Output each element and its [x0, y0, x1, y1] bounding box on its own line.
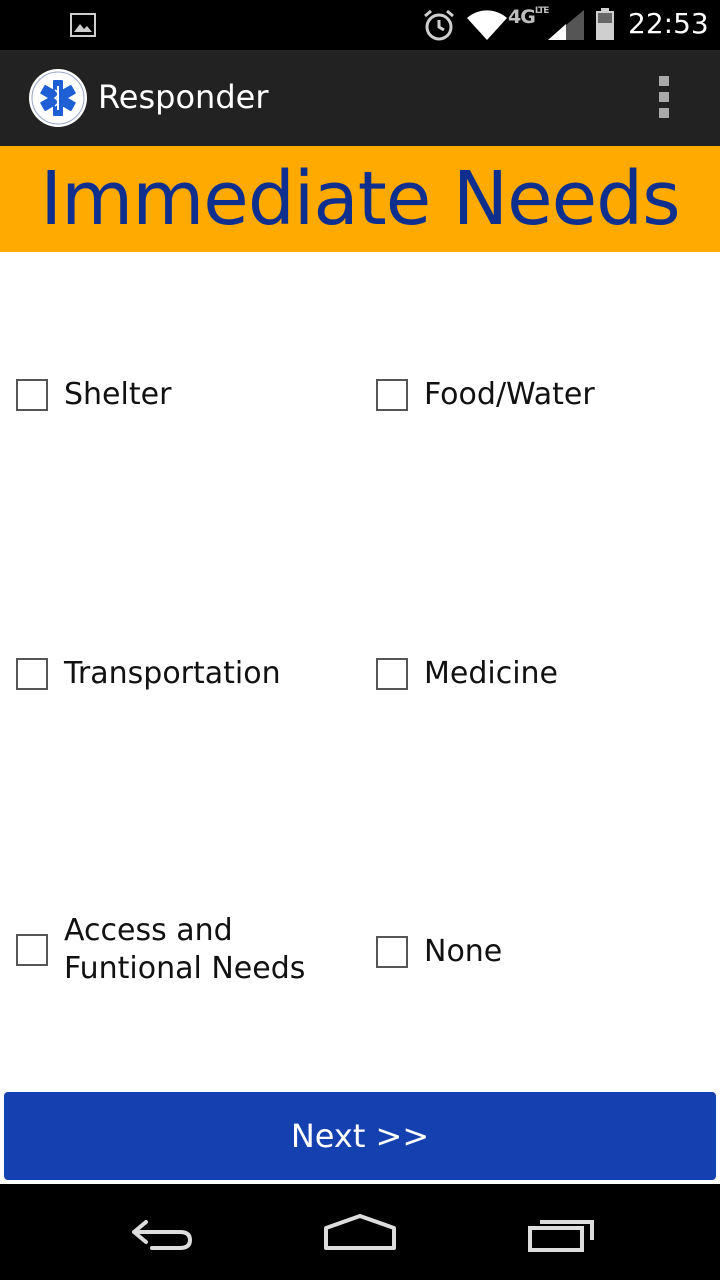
status-bar: 4GLTE 22:53	[0, 0, 720, 50]
checkbox-shelter[interactable]: Shelter	[16, 376, 171, 414]
image-icon	[70, 13, 96, 37]
checkbox-transportation[interactable]: Transportation	[16, 655, 281, 693]
checkbox-access-functional-needs[interactable]: Access and Funtional Needs	[16, 912, 324, 988]
checkbox-box[interactable]	[376, 936, 408, 968]
action-bar: Responder	[0, 50, 720, 146]
recent-apps-icon	[528, 1220, 594, 1252]
star-of-life-logo[interactable]	[28, 68, 88, 128]
home-icon	[324, 1214, 396, 1250]
checkbox-medicine[interactable]: Medicine	[376, 655, 558, 693]
checkbox-label: Access and Funtional Needs	[64, 913, 306, 986]
checkbox-label: Transportation	[64, 656, 281, 691]
alarm-icon	[424, 9, 454, 41]
network-type-label: 4GLTE	[508, 6, 549, 28]
back-button[interactable]	[112, 1198, 208, 1266]
checkbox-label: Medicine	[424, 656, 559, 691]
checkbox-label: Food/Water	[424, 377, 595, 412]
clock-time: 22:53	[628, 7, 709, 40]
checkbox-box[interactable]	[376, 379, 408, 411]
back-icon	[132, 1220, 192, 1250]
checkbox-box[interactable]	[16, 379, 48, 411]
next-button[interactable]: Next >>	[4, 1092, 716, 1180]
checkbox-label: None	[424, 934, 503, 969]
checkbox-none[interactable]: None	[376, 933, 502, 971]
wifi-icon	[467, 10, 507, 40]
checkbox-food-water[interactable]: Food/Water	[376, 376, 595, 414]
app-title: Responder	[98, 78, 269, 116]
checkbox-box[interactable]	[16, 934, 48, 966]
page-title: Immediate Needs	[40, 156, 680, 242]
overflow-menu-icon[interactable]	[650, 76, 678, 122]
page-banner: Immediate Needs	[0, 146, 720, 252]
checkbox-label: Shelter	[64, 377, 172, 412]
home-button[interactable]	[312, 1198, 408, 1266]
checkbox-box[interactable]	[16, 658, 48, 690]
system-nav-bar	[0, 1184, 720, 1280]
battery-icon	[596, 8, 614, 40]
signal-icon	[548, 10, 584, 40]
recent-apps-button[interactable]	[512, 1198, 608, 1266]
checkbox-box[interactable]	[376, 658, 408, 690]
